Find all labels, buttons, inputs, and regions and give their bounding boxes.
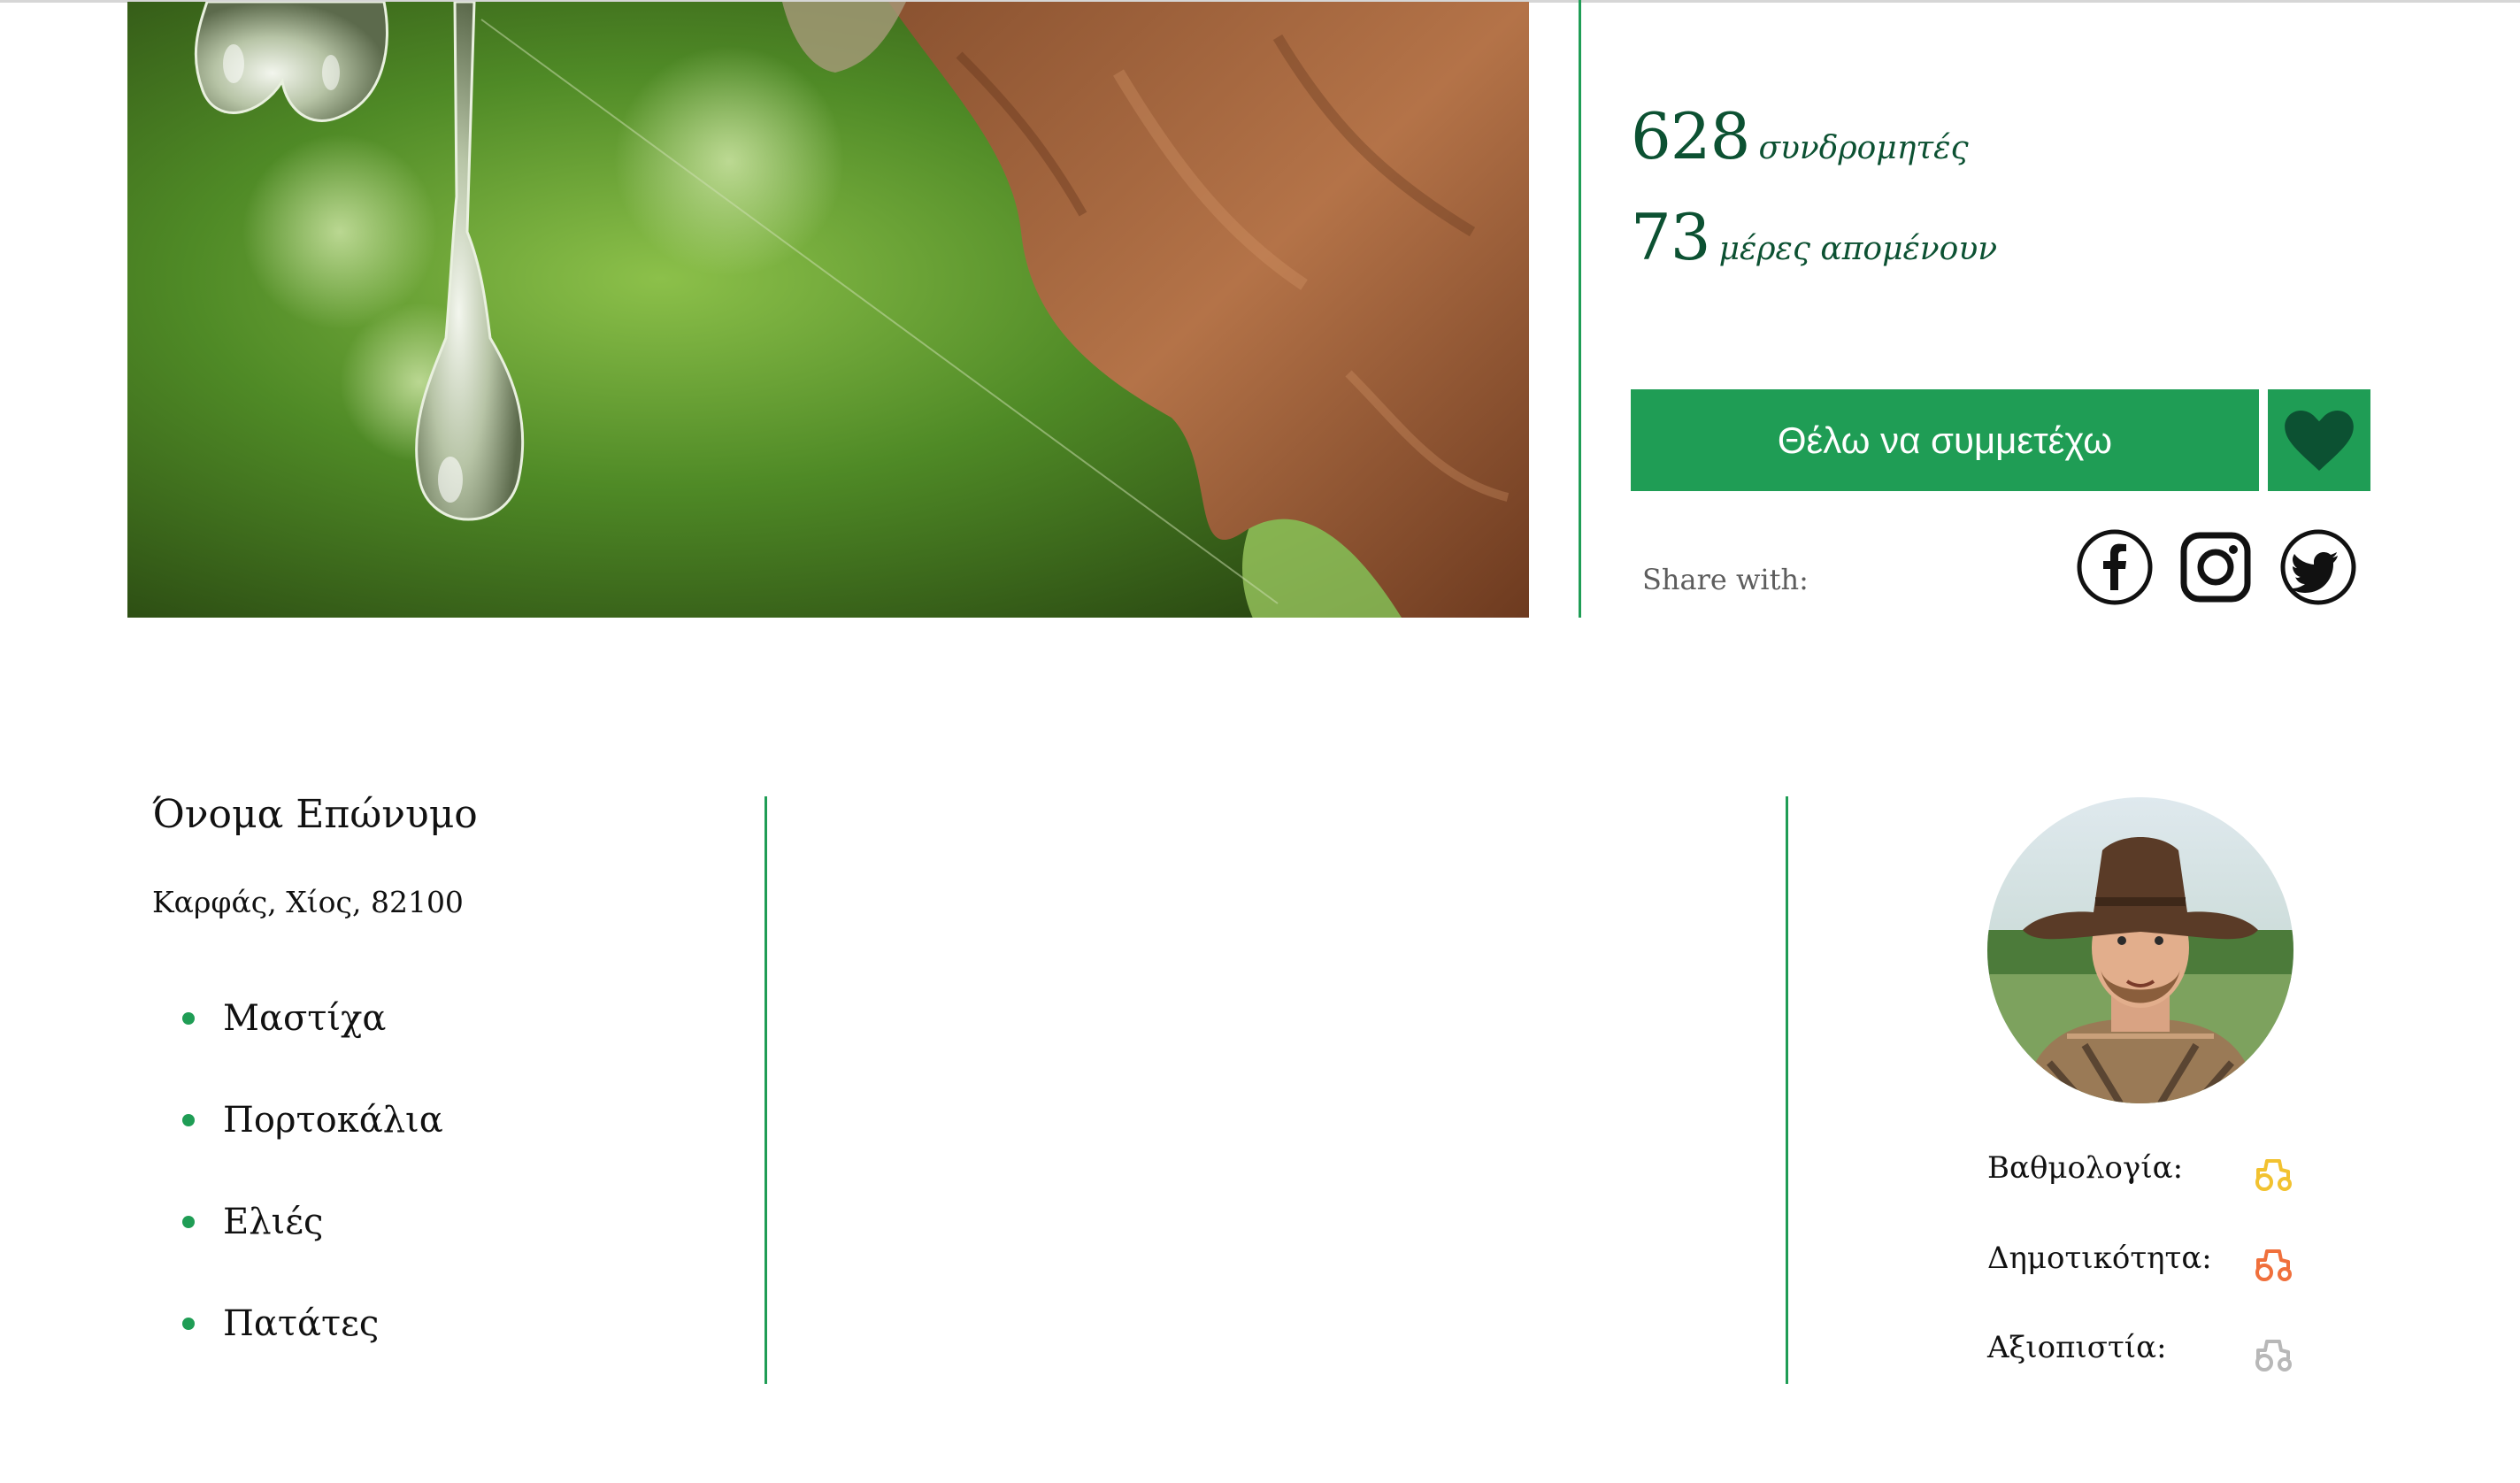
subscribers-label: συνδρομητές [1758, 130, 1969, 166]
days-label: μέρες απομένουν [1718, 231, 1998, 267]
avatar [1987, 797, 2293, 1103]
tractor-icon [2255, 1159, 2292, 1191]
favorite-button[interactable] [2268, 389, 2370, 491]
rating-label: Βαθμολογία: [1987, 1150, 2184, 1186]
bullet-icon [182, 1012, 195, 1025]
list-item: Ελιές [177, 1193, 443, 1295]
profile-divider-left [764, 796, 767, 1384]
subscribers-stat: 628 συνδρομητές [1631, 99, 1969, 173]
join-button[interactable]: Θέλω να συμμετέχω [1631, 389, 2259, 491]
heart-icon [2285, 410, 2354, 471]
twitter-icon[interactable] [2279, 528, 2357, 606]
days-remaining-stat: 73 μέρες απομένουν [1631, 200, 1997, 274]
products-list: Μαστίχα Πορτοκάλια Ελιές Πατάτες [177, 989, 443, 1396]
farmer-name: Όνομα Επώνυμο [152, 792, 478, 837]
list-item: Μαστίχα [177, 989, 443, 1091]
share-label: Share with: [1642, 563, 1809, 596]
stats-divider [1579, 0, 1581, 618]
profile-divider-right [1786, 796, 1788, 1384]
tractor-icon [2255, 1340, 2292, 1372]
bullet-icon [182, 1114, 195, 1126]
product-label: Πορτοκάλια [223, 1100, 443, 1141]
farmer-location: Καρφάς, Χίος, 82100 [152, 885, 464, 919]
reliability-label: Αξιοπιστία: [1987, 1330, 2167, 1365]
product-label: Ελιές [223, 1202, 324, 1242]
subscribers-count: 628 [1631, 99, 1750, 173]
hero-image-mastic-drops [127, 2, 1529, 618]
tractor-icon [2255, 1249, 2292, 1281]
product-label: Πατάτες [223, 1303, 380, 1344]
list-item: Πατάτες [177, 1295, 443, 1396]
bullet-icon [182, 1216, 195, 1228]
facebook-icon[interactable] [2076, 528, 2154, 606]
instagram-icon[interactable] [2177, 528, 2255, 606]
bullet-icon [182, 1318, 195, 1330]
popularity-label: Δημοτικότητα: [1987, 1241, 2212, 1276]
list-item: Πορτοκάλια [177, 1091, 443, 1193]
days-count: 73 [1631, 200, 1711, 274]
product-label: Μαστίχα [223, 998, 387, 1039]
